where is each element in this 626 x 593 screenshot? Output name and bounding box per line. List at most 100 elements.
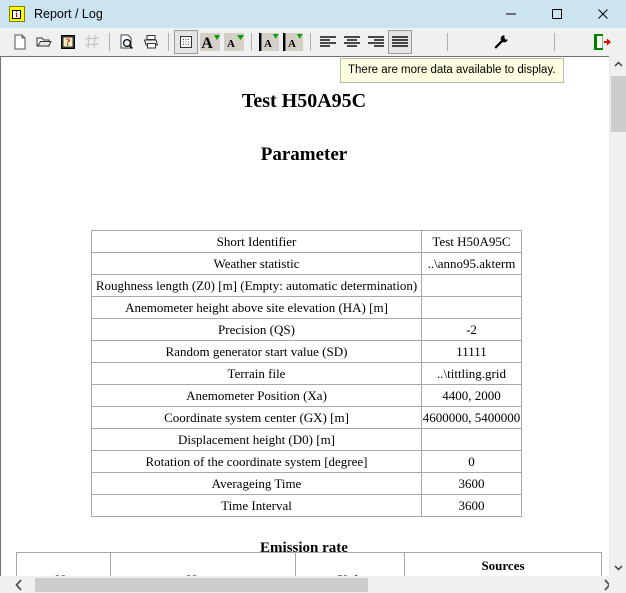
grid-button [80,30,104,54]
new-document-button[interactable] [8,30,32,54]
align-justify-button[interactable] [388,30,412,54]
wrench-icon [494,35,508,49]
parameter-value: 4600000, 5400000 [421,406,522,429]
document-viewport[interactable]: Test H50A95C Parameter Emission rate Sho… [0,56,626,593]
parameter-key: Roughness length (Z0) [m] (Empty: automa… [91,274,422,297]
align-justify-icon [392,36,408,47]
parameter-key: Time Interval [91,494,422,517]
parameter-value: 3600 [421,472,522,495]
a-bar-left-icon: A [259,33,279,51]
align-left-icon [320,36,336,47]
open-folder-icon [36,37,52,47]
minimize-icon[interactable] [488,0,534,28]
grid-hash-icon [84,34,100,49]
chevron-up-icon[interactable] [610,56,626,73]
close-icon[interactable] [580,0,626,28]
toolbar-separator [168,33,169,51]
table-row: Averageing Time 3600 [91,472,522,495]
report-log-icon: i [9,6,25,22]
parameter-table: Short Identifier Test H50A95C Weather stat… [91,230,522,517]
scrollbar-corner [609,576,626,593]
parameter-value [421,274,522,297]
toolbar-separator [109,33,110,51]
page-subtitle: Parameter [260,144,348,165]
parameter-key: Random generator start value (SD) [91,340,422,363]
svg-text:A: A [227,38,235,50]
save-button[interactable]: ? [56,30,80,54]
window-title: Report / Log [34,7,103,21]
page-title: Test H50A95C [241,90,367,112]
svg-text:?: ? [66,38,71,49]
parameter-key: Coordinate system center (GX) [m] [91,406,422,429]
align-center-button[interactable] [340,30,364,54]
parameter-value: 3600 [421,494,522,517]
table-row: Time Interval 3600 [91,494,522,517]
parameter-key: Weather statistic [91,252,422,275]
title-bar: i Report / Log [0,0,626,28]
table-row: Anemometer height above site elevation (… [91,296,522,319]
parameter-value: Test H50A95C [421,230,522,253]
table-row: Roughness length (Z0) [m] (Empty: automa… [91,274,522,297]
window-controls [488,0,626,28]
table-row: Anemometer Position (Xa) 4400, 2000 [91,384,522,407]
font-color-button[interactable]: A [257,30,281,54]
toolbar: ? A A A A [0,28,626,56]
parameter-value: ..\tittling.grid [421,362,522,385]
parameter-value [421,296,522,319]
increase-font-button[interactable]: A [198,30,222,54]
settings-button[interactable] [489,30,513,54]
decrease-font-button[interactable]: A [222,30,246,54]
horizontal-scroll-thumb[interactable] [35,578,368,592]
printer-icon [143,35,159,49]
save-question-icon: ? [61,35,75,49]
parameter-key: Terrain file [91,362,422,385]
exit-door-icon [594,34,611,50]
open-file-button[interactable] [32,30,56,54]
highlight-color-button[interactable]: A [281,30,305,54]
page-magnifier-icon [120,34,133,49]
vertical-scroll-thumb[interactable] [611,76,626,132]
table-row: Short Identifier Test H50A95C [91,230,522,253]
tooltip: There are more data available to display… [340,58,564,83]
parameter-value: 11111 [421,340,522,363]
align-left-button[interactable] [316,30,340,54]
app-icon-letter: i [12,10,21,19]
parameter-key: Anemometer height above site elevation (… [91,296,422,319]
table-row: Precision (QS) -2 [91,318,522,341]
parameter-value [421,428,522,451]
parameter-table-body: Short Identifier Test H50A95C Weather stat… [91,230,522,517]
parameter-key: Averageing Time [91,472,422,495]
dotted-page-icon [180,36,192,48]
large-a-icon: A [200,33,220,51]
toolbar-separator [554,33,555,51]
parameter-value: 0 [421,450,522,473]
parameter-key: Anemometer Position (Xa) [91,384,422,407]
vertical-scrollbar[interactable] [609,56,626,576]
svg-text:A: A [201,35,213,51]
exit-button[interactable] [590,30,614,54]
maximize-icon[interactable] [534,0,580,28]
chevron-left-icon[interactable] [8,576,30,593]
chevron-down-icon[interactable] [610,559,626,576]
svg-text:A: A [288,38,296,50]
report-log-window: i Report / Log ? A A A A Test H50A95C Pa… [0,0,626,593]
print-button[interactable] [139,30,163,54]
parameter-value: 4400, 2000 [421,384,522,407]
a-bar-left-alt-icon: A [283,33,303,51]
parameter-key: Rotation of the coordinate system [degre… [91,450,422,473]
horizontal-scrollbar[interactable] [0,576,626,593]
parameter-key: Displacement height (D0) [m] [91,428,422,451]
toolbar-separator [251,33,252,51]
parameter-key: Precision (QS) [91,318,422,341]
blank-page-icon [14,34,26,50]
align-right-icon [368,36,384,47]
print-preview-button[interactable] [115,30,139,54]
table-row: Terrain file ..\tittling.grid [91,362,522,385]
page-layout-button[interactable] [174,30,198,54]
align-right-button[interactable] [364,30,388,54]
toolbar-separator [447,33,448,51]
parameter-key: Short Identifier [91,230,422,253]
table-row: Rotation of the coordinate system [degre… [91,450,522,473]
table-row: Displacement height (D0) [m] [91,428,522,451]
table-row: Random generator start value (SD) 11111 [91,340,522,363]
